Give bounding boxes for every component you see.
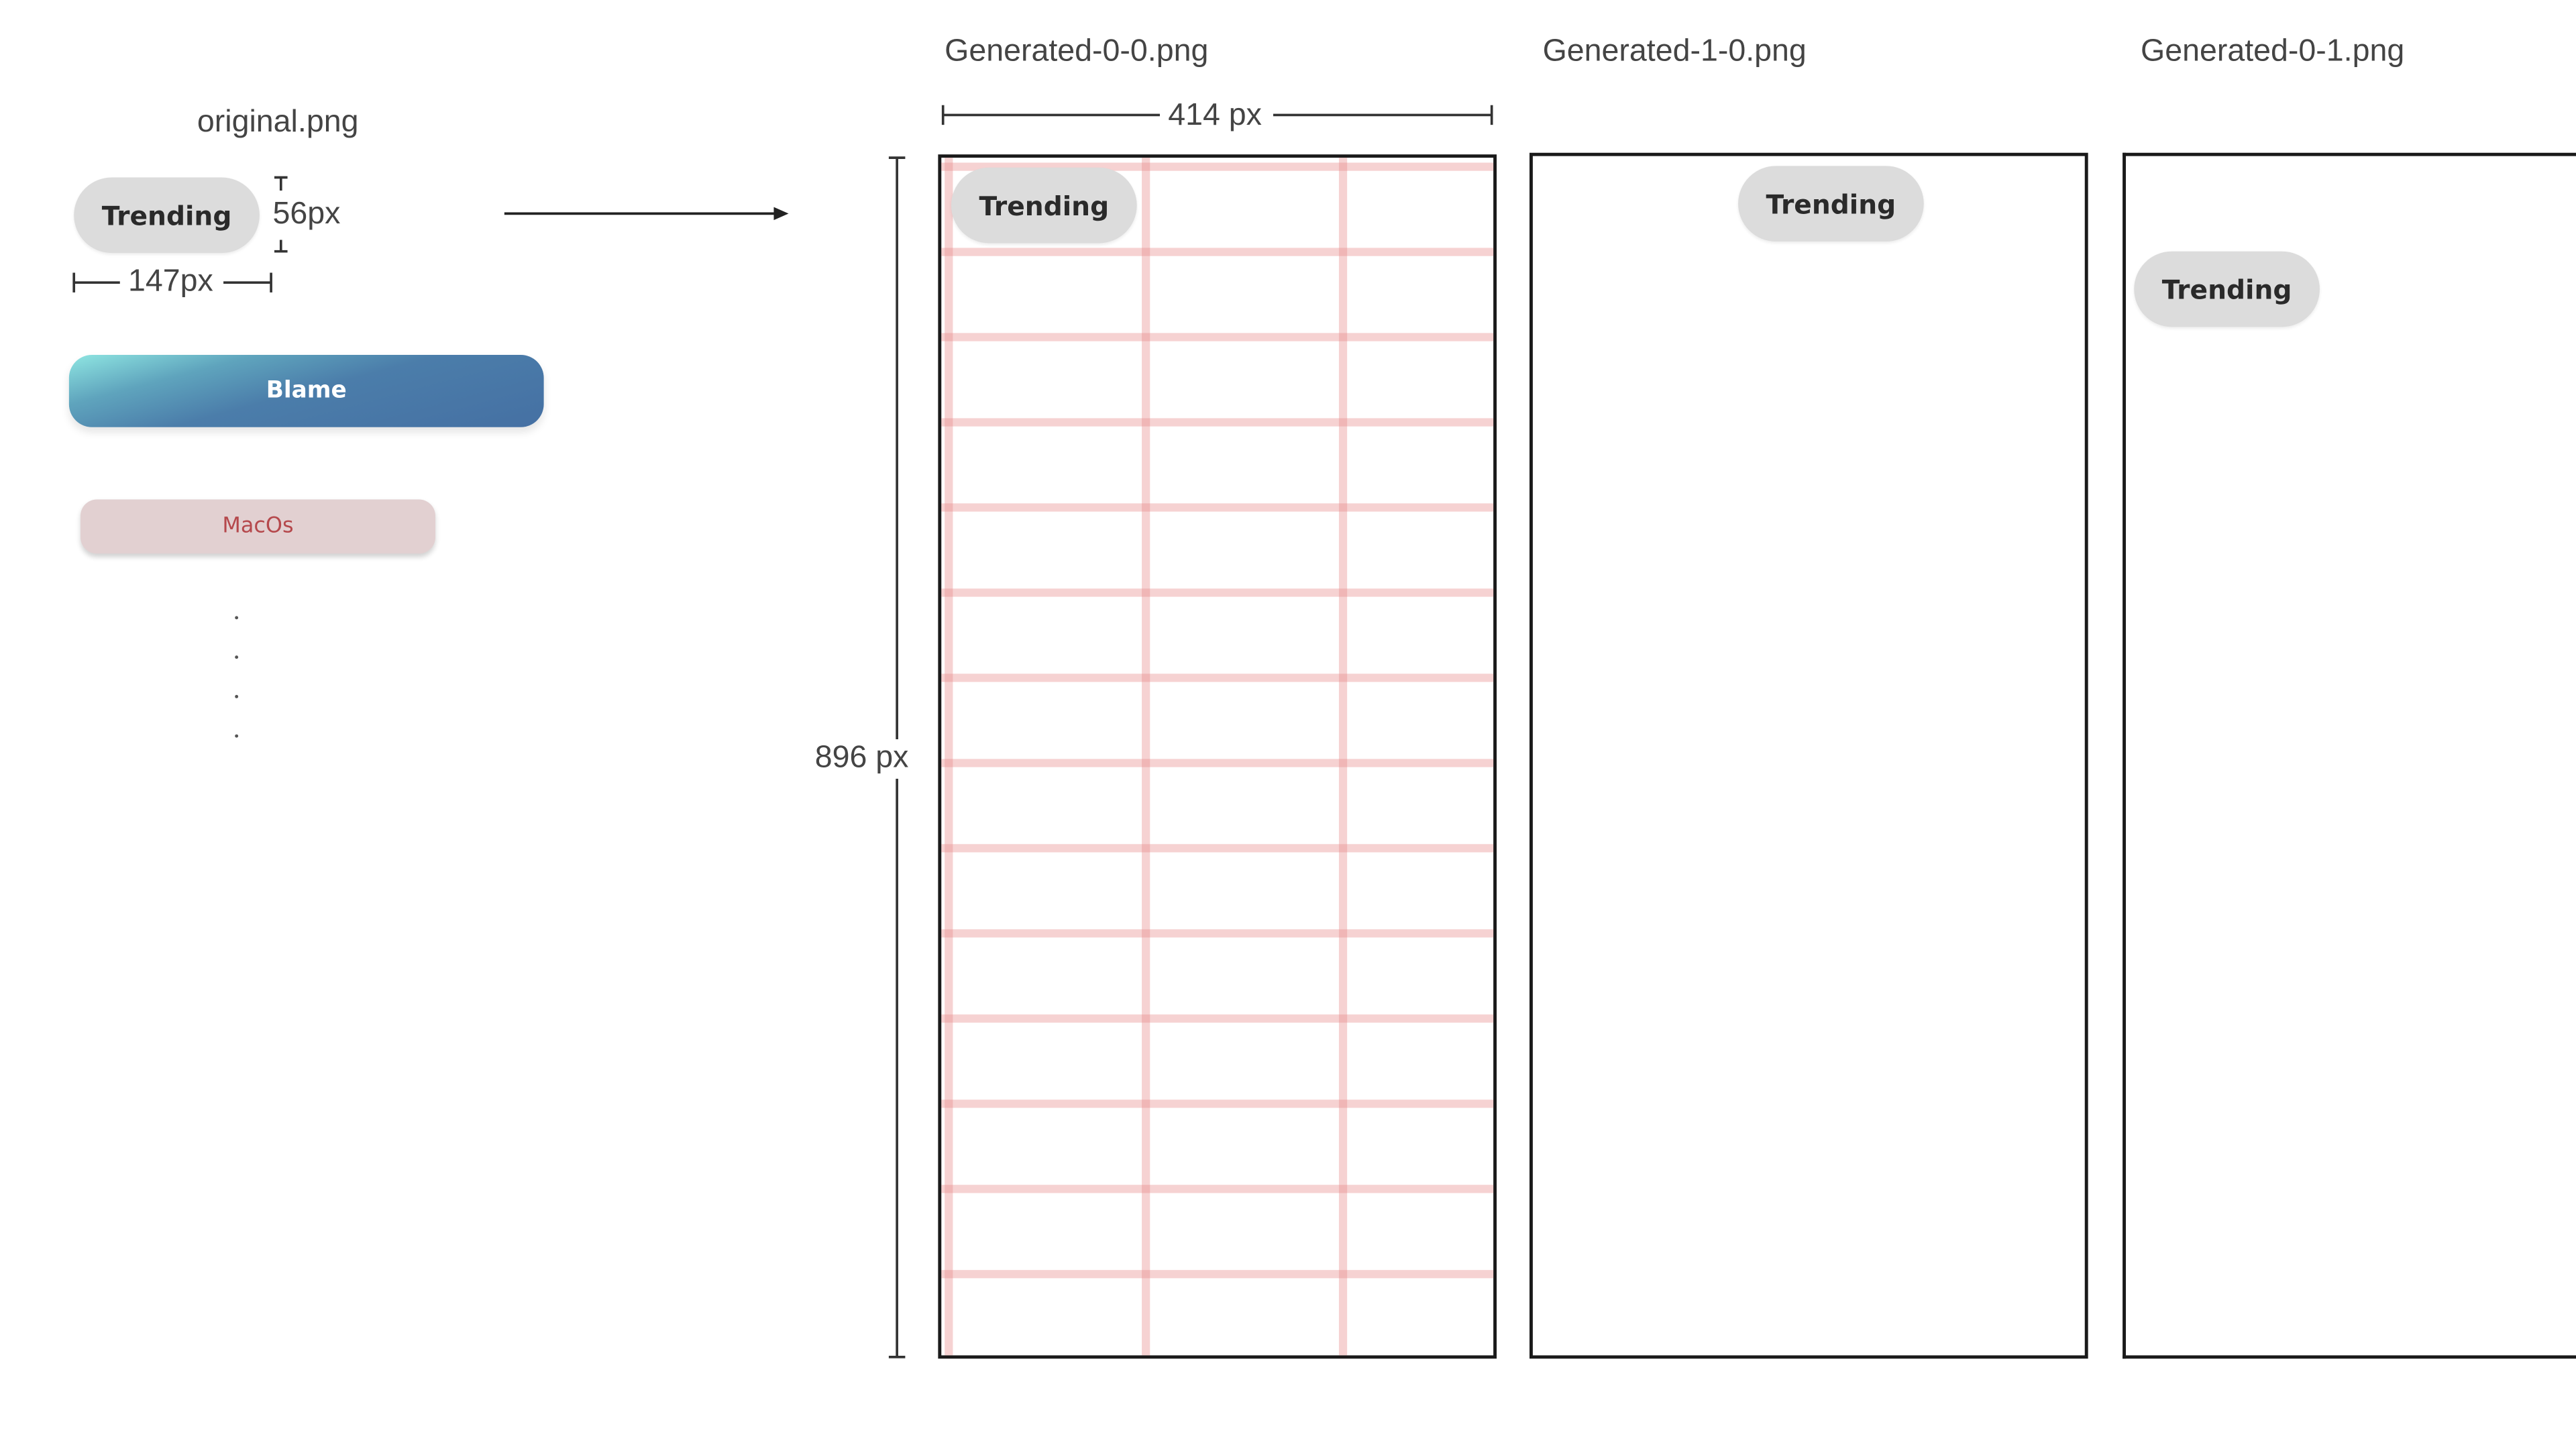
generated-width-label: 414 px bbox=[1168, 98, 1262, 133]
grid-column-band bbox=[1338, 158, 1348, 1356]
original-title: original.png bbox=[197, 105, 359, 140]
macos-button: MacOs bbox=[80, 499, 435, 554]
grid-row-band bbox=[941, 1185, 1494, 1193]
generated-1-0-title: Generated-1-0.png bbox=[1542, 34, 1807, 69]
generated-0-0-trending-pill: Trending bbox=[951, 167, 1137, 244]
grid-column-band bbox=[945, 158, 953, 1356]
layout-grid-overlay bbox=[941, 158, 1494, 1356]
ellipsis-dot bbox=[235, 734, 239, 738]
grid-row-band bbox=[941, 333, 1494, 341]
grid-row-band bbox=[941, 1270, 1494, 1279]
generated-0-1-title: Generated-0-1.png bbox=[2141, 34, 2405, 69]
generated-height-label: 896 px bbox=[814, 741, 909, 775]
generated-1-0-trending-pill: Trending bbox=[1738, 166, 1924, 242]
grid-row-band bbox=[941, 588, 1494, 597]
grid-row-band bbox=[941, 248, 1494, 256]
ellipsis-dot bbox=[235, 655, 239, 659]
generated-0-1-trending-pill: Trending bbox=[2134, 251, 2320, 327]
ellipsis-dot bbox=[235, 616, 239, 620]
original-trending-pill: Trending bbox=[74, 177, 260, 254]
ellipsis-dot bbox=[235, 694, 239, 698]
blame-button: Blame bbox=[68, 354, 544, 427]
original-height-label: 56px bbox=[272, 197, 341, 232]
grid-row-band bbox=[941, 674, 1494, 682]
grid-row-band bbox=[941, 418, 1494, 427]
grid-row-band bbox=[941, 1014, 1494, 1023]
grid-row-band bbox=[941, 844, 1494, 853]
grid-row-band bbox=[941, 929, 1494, 938]
grid-row-band bbox=[941, 759, 1494, 767]
grid-column-band bbox=[1142, 158, 1150, 1356]
grid-row-band bbox=[941, 503, 1494, 512]
generated-1-0-frame: Trending bbox=[1529, 152, 2088, 1359]
generated-0-0-title: Generated-0-0.png bbox=[945, 34, 1209, 69]
original-width-label: 147px bbox=[128, 264, 213, 299]
generated-height-dimension bbox=[888, 156, 906, 1358]
generated-0-0-frame: Trending bbox=[938, 154, 1497, 1359]
grid-row-band bbox=[941, 1099, 1494, 1108]
generated-0-1-frame: Trending bbox=[2123, 152, 2576, 1359]
diagram-canvas: original.png Trending 56px 147px Blame M… bbox=[0, 0, 2576, 1449]
